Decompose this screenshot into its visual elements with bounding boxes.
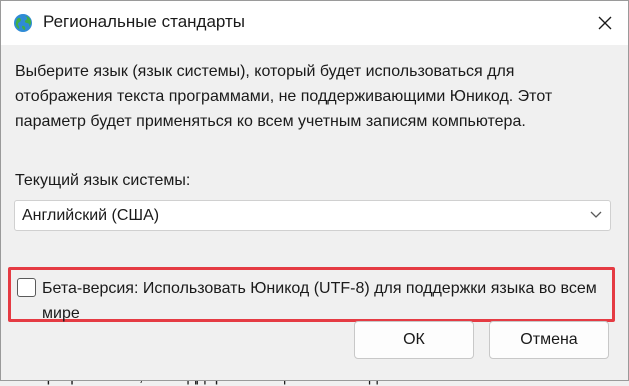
globe-icon: [14, 14, 32, 32]
title-bar: Региональные стандарты: [1, 1, 628, 45]
cancel-button[interactable]: Отмена: [489, 321, 609, 359]
ok-button[interactable]: ОК: [354, 321, 474, 359]
close-icon: [598, 16, 612, 30]
description-text: Выберите язык (язык системы), который бу…: [15, 63, 553, 130]
dialog-title: Региональные стандарты: [43, 12, 245, 31]
beta-utf8-label[interactable]: Бета-версия: Использовать Юникод (UTF-8)…: [42, 276, 602, 326]
chevron-down-icon: [590, 211, 602, 218]
beta-utf8-checkbox[interactable]: [17, 278, 36, 297]
system-language-label: Текущий язык системы:: [15, 172, 191, 189]
system-language-value: Английский (США): [22, 207, 160, 224]
close-button[interactable]: [582, 1, 628, 45]
system-language-select[interactable]: Английский (США): [14, 200, 611, 231]
regional-settings-dialog: Региональные стандарты Выберите язык (яз…: [0, 0, 629, 381]
